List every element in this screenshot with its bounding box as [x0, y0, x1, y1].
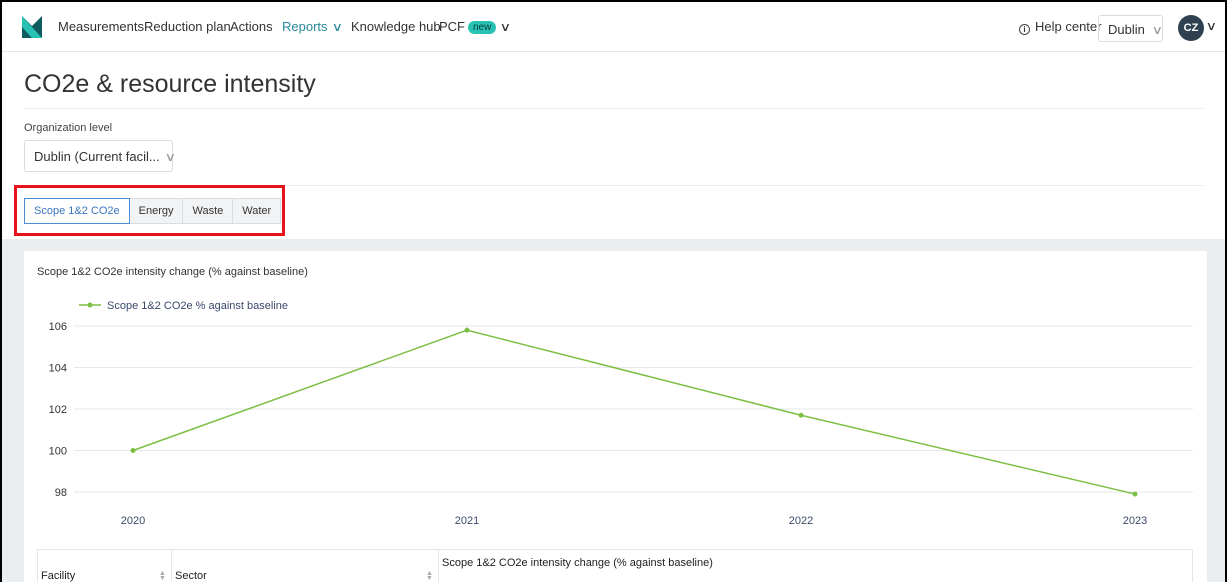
x-tick-label: 2022 — [789, 515, 813, 527]
y-tick-label: 106 — [49, 321, 67, 333]
x-tick-label: 2020 — [121, 515, 145, 527]
data-point[interactable] — [798, 412, 804, 418]
legend-label[interactable]: Scope 1&2 CO2e % against baseline — [107, 300, 288, 312]
y-tick-label: 104 — [49, 363, 67, 375]
sort-icon[interactable]: ▲ ▼ — [426, 570, 433, 582]
x-tick-label: 2021 — [455, 515, 479, 527]
x-tick-label: 2023 — [1123, 515, 1147, 527]
legend-marker — [87, 302, 93, 308]
column-header-intensity[interactable]: Scope 1&2 CO2e intensity change (% again… — [442, 557, 713, 569]
data-point[interactable] — [130, 448, 136, 453]
sort-icon[interactable]: ▲ ▼ — [159, 570, 166, 582]
column-separator — [438, 550, 439, 582]
data-point[interactable] — [464, 327, 470, 333]
data-table-header: Facility ▲ ▼ Sector ▲ ▼ Scope 1&2 CO2e int… — [37, 549, 1193, 582]
line-chart: 98 100 102 104 106 2020 2021 2022 2023 Scope 1&2 … — [49, 300, 1193, 527]
column-header-sector[interactable]: Sector — [175, 570, 207, 582]
y-tick-label: 98 — [55, 487, 67, 499]
data-point[interactable] — [1132, 491, 1138, 497]
column-separator — [171, 550, 172, 582]
series-line — [132, 329, 1136, 495]
y-tick-label: 102 — [49, 404, 67, 416]
y-tick-label: 100 — [49, 446, 67, 458]
column-header-facility[interactable]: Facility — [41, 570, 75, 582]
tab-scope-1-2-co2e[interactable]: Scope 1&2 CO2e — [24, 198, 130, 224]
